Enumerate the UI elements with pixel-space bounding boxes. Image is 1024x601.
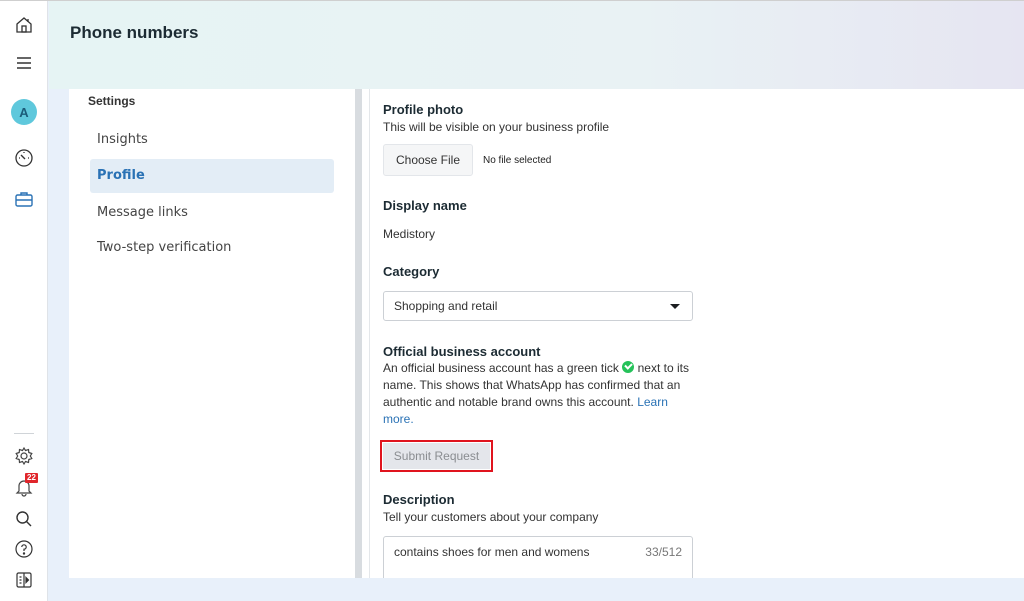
- avatar[interactable]: A: [11, 99, 37, 125]
- avatar-initial: A: [19, 104, 29, 120]
- settings-title: Settings: [88, 94, 136, 108]
- official-account-description: An official business account has a green…: [383, 360, 698, 428]
- official-text-part1: An official business account has a green…: [383, 361, 619, 375]
- file-status: No file selected: [483, 155, 552, 166]
- profile-photo-label: Profile photo: [383, 102, 464, 117]
- official-account-label: Official business account: [383, 344, 541, 359]
- category-selected-value: Shopping and retail: [394, 299, 498, 313]
- green-tick-icon: [622, 361, 635, 373]
- bottom-background: [49, 578, 1024, 601]
- submit-request-button[interactable]: Submit Request: [383, 443, 490, 469]
- help-icon[interactable]: [12, 537, 36, 561]
- submit-request-highlight: Submit Request: [380, 440, 493, 472]
- settings-gear-icon[interactable]: [12, 444, 36, 468]
- settings-nav: Settings Insights Profile Message links …: [69, 89, 355, 578]
- description-char-counter: 33/512: [645, 545, 682, 559]
- panel-divider: [369, 89, 370, 578]
- left-nav-rail: A 22: [0, 1, 48, 601]
- category-select[interactable]: Shopping and retail: [383, 291, 693, 321]
- display-name-label: Display name: [383, 198, 467, 213]
- panel-toggle-icon[interactable]: [12, 568, 36, 592]
- page-title: Phone numbers: [70, 23, 199, 42]
- settings-item-profile[interactable]: Profile: [90, 159, 334, 193]
- home-icon[interactable]: [12, 13, 36, 37]
- choose-file-button[interactable]: Choose File: [383, 144, 473, 176]
- dashboard-gauge-icon[interactable]: [12, 146, 36, 170]
- settings-item-message-links[interactable]: Message links: [90, 196, 334, 230]
- page-header: Phone numbers: [49, 1, 1024, 89]
- description-label: Description: [383, 492, 455, 507]
- settings-item-two-step-verification[interactable]: Two-step verification: [90, 231, 334, 265]
- category-label: Category: [383, 264, 440, 279]
- settings-item-insights[interactable]: Insights: [90, 123, 334, 157]
- profile-photo-hint: This will be visible on your business pr…: [383, 120, 610, 134]
- description-hint: Tell your customers about your company: [383, 510, 599, 524]
- chevron-down-icon: [670, 304, 680, 309]
- description-value: contains shoes for men and womens: [394, 545, 590, 559]
- display-name-value: Medistory: [383, 227, 436, 241]
- search-icon[interactable]: [12, 507, 36, 531]
- content-card: Settings Insights Profile Message links …: [69, 89, 1024, 586]
- rail-divider: [14, 433, 34, 434]
- notification-badge: 22: [25, 473, 38, 483]
- briefcase-icon[interactable]: [12, 187, 36, 211]
- panel-scrollbar[interactable]: [355, 89, 362, 578]
- menu-icon[interactable]: [12, 51, 36, 75]
